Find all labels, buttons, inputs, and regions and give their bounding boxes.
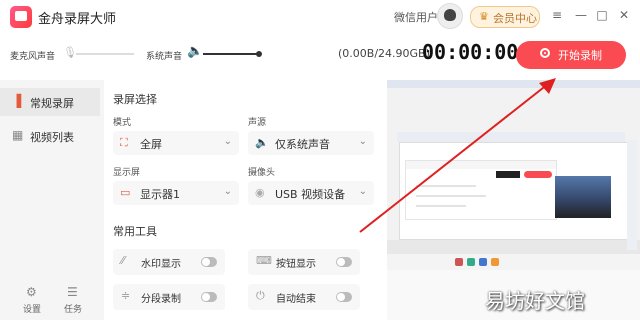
watermark-icon: ⁄⁄: [121, 254, 125, 267]
menu-icon[interactable]: ≡: [550, 8, 564, 22]
system-volume-label: 系统声音: [146, 52, 183, 62]
sidebar-item-label: 视频列表: [30, 131, 74, 144]
audio-source-select[interactable]: 🔈 仅系统声音 ⌄: [248, 131, 374, 155]
tool-button-display[interactable]: ⌨ 按钮显示: [248, 249, 360, 275]
system-volume-fill: [203, 53, 259, 55]
preview-record-button: [524, 171, 552, 178]
record-icon: [540, 48, 550, 58]
app-title: 金舟录屏大师: [38, 12, 117, 27]
tool-segment-record[interactable]: ≑ 分段录制: [113, 284, 225, 310]
camera-select[interactable]: ◉ USB 视频设备 ⌄: [248, 181, 374, 205]
preview-app-window: [405, 160, 557, 220]
audio-source-value: 仅系统声音: [275, 138, 330, 151]
preview-timer: [496, 171, 520, 178]
preview-side-toolbar: [627, 140, 637, 250]
speaker-icon[interactable]: 🔈: [187, 44, 203, 59]
chevron-down-icon: ⌄: [358, 136, 367, 147]
preview-taskbar: [387, 254, 640, 270]
settings-label[interactable]: 设置: [23, 302, 41, 315]
preview-thumbnail: [555, 176, 611, 218]
tool-label: 按钮显示: [276, 259, 316, 270]
preview-task-icon: [491, 258, 499, 266]
preview-window-bar: [406, 161, 556, 169]
button-icon: ⌨: [256, 254, 272, 267]
fullscreen-icon: ⛶: [120, 136, 128, 149]
camera-label: 摄像头: [248, 168, 276, 178]
preview-line: [416, 185, 476, 187]
audio-source-label: 声源: [248, 118, 267, 128]
preview-line: [416, 195, 486, 197]
preview-screen: [387, 80, 640, 250]
preview-task-icon: [467, 258, 475, 266]
mic-volume-label: 麦克风声音: [10, 52, 56, 62]
display-label: 显示屏: [113, 168, 141, 178]
app-logo-icon: [10, 6, 32, 28]
title-bar: 金舟录屏大师 微信用户 ♛ 会员中心 ≡ — □ ✕: [0, 0, 640, 32]
tool-auto-stop[interactable]: ⏻ 自动结束: [248, 284, 360, 310]
mode-value: 全屏: [140, 138, 162, 151]
preview-topbar: [387, 80, 640, 88]
storage-readout: (0.00B/24.90GB): [338, 47, 430, 60]
sidebar-item-screen-record[interactable]: ▐ 常规录屏: [0, 88, 100, 116]
power-icon: ⏻: [256, 289, 265, 302]
segment-record-toggle[interactable]: [201, 292, 217, 302]
start-record-button[interactable]: 开始录制: [516, 41, 626, 69]
chevron-down-icon: ⌄: [358, 186, 367, 197]
display-select[interactable]: ▭ 显示器1 ⌄: [113, 181, 239, 205]
button-display-toggle[interactable]: [336, 257, 352, 267]
settings-icon[interactable]: ⚙: [26, 285, 37, 299]
system-volume-knob[interactable]: [256, 51, 262, 57]
tools-title: 常用工具: [113, 225, 157, 238]
camera-value: USB 视频设备: [275, 188, 346, 201]
tool-watermark[interactable]: ⁄⁄ 水印显示: [113, 249, 225, 275]
microphone-icon[interactable]: 🎙: [63, 46, 77, 59]
preview-task-icon: [455, 258, 463, 266]
record-select-title: 录屏选择: [113, 93, 157, 106]
monitor-icon: ▭: [120, 186, 131, 199]
tool-label: 分段录制: [141, 294, 181, 305]
chevron-down-icon: ⌄: [223, 186, 232, 197]
mode-label: 模式: [113, 118, 132, 128]
preview-line: [416, 205, 466, 207]
chevron-down-icon: ⌄: [223, 136, 232, 147]
start-record-label: 开始录制: [558, 49, 602, 62]
vip-center-label: 会员中心: [493, 12, 537, 25]
sidebar-item-video-list[interactable]: ▦ 视频列表: [0, 122, 100, 150]
preview-ribbon: [397, 132, 625, 142]
sidebar: ▐ 常规录屏 ▦ 视频列表: [0, 80, 104, 320]
auto-stop-toggle[interactable]: [336, 292, 352, 302]
task-label[interactable]: 任务: [64, 302, 82, 315]
minimize-icon[interactable]: —: [574, 8, 588, 22]
close-icon[interactable]: ✕: [617, 8, 631, 22]
mic-volume-slider[interactable]: [76, 53, 134, 55]
segment-icon: ≑: [121, 289, 131, 302]
crown-icon: ♛: [479, 10, 489, 23]
avatar[interactable]: [437, 3, 463, 29]
mode-select[interactable]: ⛶ 全屏 ⌄: [113, 131, 239, 155]
sidebar-item-label: 常规录屏: [30, 97, 74, 110]
screen-preview: [387, 80, 640, 320]
record-timer: 00:00:00: [422, 40, 519, 64]
video-list-icon: ▦: [12, 128, 24, 142]
tool-label: 自动结束: [276, 294, 316, 305]
user-name[interactable]: 微信用户: [394, 9, 438, 25]
watermark-text: 易坊好文馆: [485, 289, 585, 313]
camera-icon: ◉: [255, 186, 265, 199]
task-icon[interactable]: ☰: [67, 285, 78, 299]
display-value: 显示器1: [140, 188, 180, 201]
preview-task-icon: [479, 258, 487, 266]
system-volume-slider[interactable]: [203, 51, 262, 57]
tool-label: 水印显示: [141, 259, 181, 270]
maximize-icon[interactable]: □: [595, 8, 609, 22]
speaker-icon: 🔈: [255, 136, 269, 149]
screen-record-icon: ▐: [12, 94, 22, 108]
vip-center-button[interactable]: ♛ 会员中心: [470, 6, 540, 28]
watermark-toggle[interactable]: [201, 257, 217, 267]
